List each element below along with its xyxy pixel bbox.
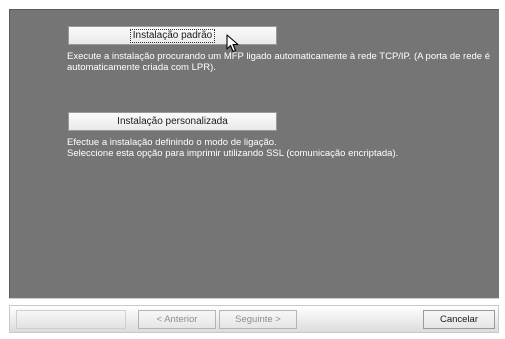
back-button[interactable]: < Anterior: [138, 310, 216, 329]
custom-install-label: Instalação personalizada: [117, 116, 228, 127]
installer-window: Instalação padrão Execute a instalação p…: [0, 0, 505, 339]
footer-left-panel: [16, 310, 126, 329]
custom-install-description: Efectue a instalação definindo o modo de…: [67, 137, 492, 159]
next-button[interactable]: Seguinte >: [219, 310, 297, 329]
mouse-pointer-icon: [226, 34, 239, 53]
cancel-button[interactable]: Cancelar: [423, 310, 495, 329]
custom-install-description-line1: Efectue a instalação definindo o modo de…: [67, 137, 277, 148]
footer-bar: < Anterior Seguinte > Cancelar: [9, 305, 499, 333]
footer-divider: [9, 298, 499, 299]
standard-install-description: Execute a instalação procurando um MFP l…: [67, 51, 490, 73]
standard-install-button[interactable]: Instalação padrão: [68, 26, 277, 45]
custom-install-button[interactable]: Instalação personalizada: [68, 112, 277, 131]
standard-install-label: Instalação padrão: [129, 28, 216, 43]
custom-install-description-line2: Seleccione esta opção para imprimir util…: [67, 148, 399, 159]
